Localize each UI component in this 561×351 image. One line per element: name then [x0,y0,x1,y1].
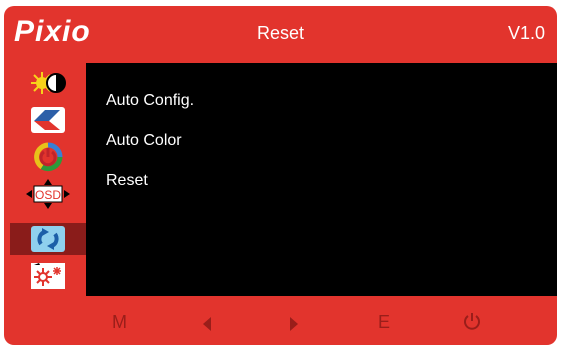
sidebar-item-image[interactable] [10,104,86,136]
sidebar-item-misc[interactable] [10,260,86,292]
image-adjust-icon [31,107,65,133]
sidebar-item-brightness[interactable] [10,67,86,99]
misc-settings-icon [31,263,65,289]
osd-sidebar: OSD [10,63,86,296]
menu-item-reset[interactable]: Reset [106,172,148,190]
exit-button[interactable]: E [378,312,390,333]
right-arrow-button[interactable] [289,315,299,336]
color-icon [34,142,63,172]
osd-frame: Pixio Reset V1.0 OSD Auto Config. Auto C… [4,6,557,345]
version-label: V1.0 [507,23,545,43]
sidebar-item-osd[interactable]: OSD [10,178,86,210]
page-title: Reset [256,23,305,43]
power-button[interactable] [463,312,481,335]
menu-item-auto-color[interactable]: Auto Color [106,132,182,150]
left-arrow-button[interactable] [202,315,212,336]
sidebar-item-color[interactable] [10,141,86,173]
right-arrow-icon [290,317,298,331]
osd-icon-label: OSD [35,188,61,202]
brightness-contrast-icon [31,72,66,94]
power-icon [464,313,480,330]
menu-panel: Auto Config. Auto Color Reset [86,63,557,296]
sidebar-item-reset[interactable] [10,223,86,255]
osd-header: Pixio Reset V1.0 [4,6,557,62]
menu-item-auto-config[interactable]: Auto Config. [106,92,194,110]
osd-footer: M E [4,298,557,345]
left-arrow-icon [203,317,211,331]
reset-icon [31,226,65,252]
osd-icon: OSD [26,179,70,209]
menu-button[interactable]: M [112,312,127,333]
